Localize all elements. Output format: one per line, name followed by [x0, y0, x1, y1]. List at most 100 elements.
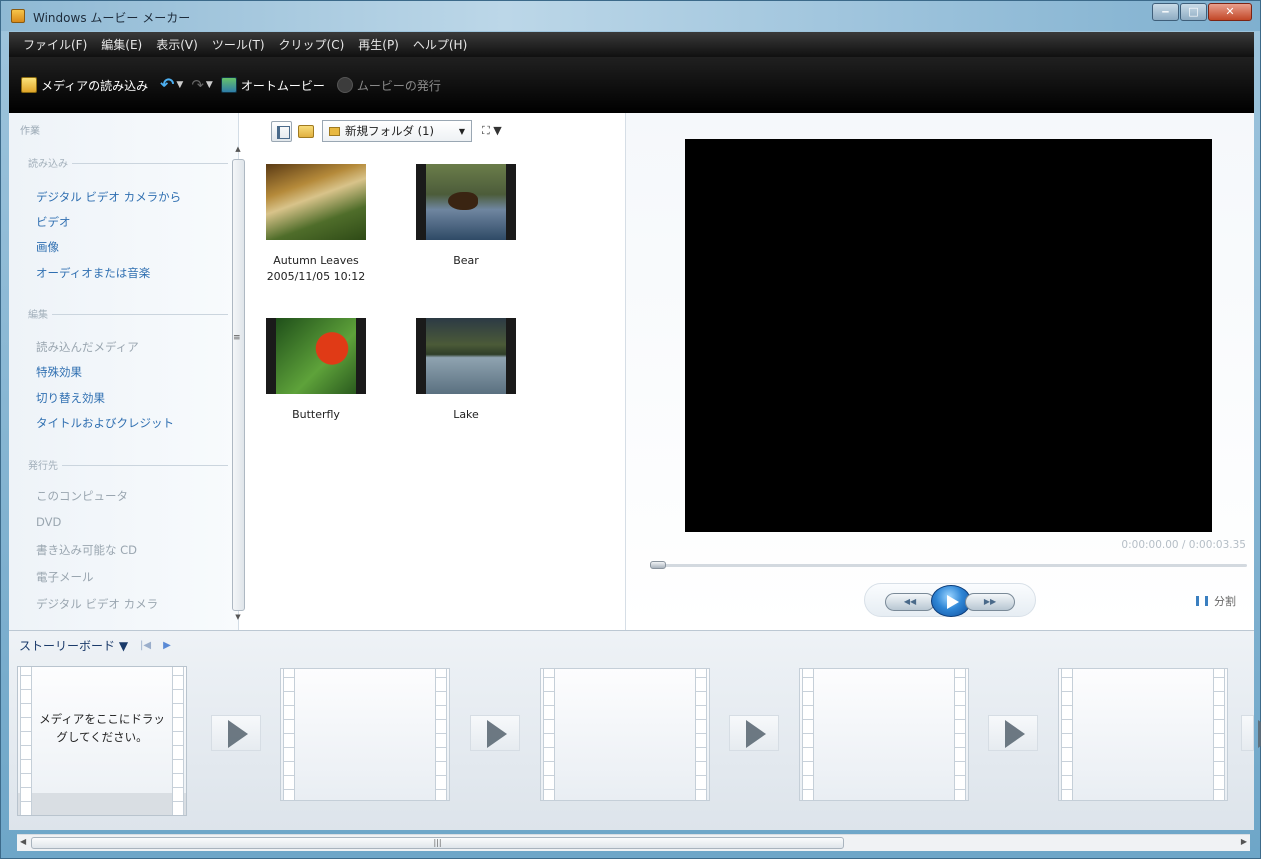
storyboard-slot-1[interactable]: メディアをここにドラッグしてください。: [17, 666, 187, 816]
storyboard-slot-5[interactable]: [1058, 668, 1228, 801]
clip-thumbnail: [266, 318, 366, 394]
task-to-camera[interactable]: デジタル ビデオ カメラ: [36, 596, 158, 612]
automovie-button[interactable]: オートムービー: [220, 77, 325, 94]
task-audio-music[interactable]: オーディオまたは音楽: [36, 265, 150, 281]
folder-icon: [329, 126, 340, 136]
task-this-computer[interactable]: このコンピュータ: [36, 488, 128, 504]
film-strip-edge: [20, 667, 32, 815]
scroll-down-icon[interactable]: ▼: [231, 613, 245, 621]
section-publish-heading: 発行先: [28, 457, 228, 472]
window-title: Windows ムービー メーカー: [33, 11, 191, 25]
storyboard-view-dropdown[interactable]: ストーリーボード ▼: [19, 637, 128, 654]
redo-icon[interactable]: ↷: [191, 76, 204, 94]
split-icon: [1196, 596, 1208, 606]
menu-clip[interactable]: クリップ(C): [279, 36, 345, 53]
task-email[interactable]: 電子メール: [36, 569, 94, 585]
transition-slot[interactable]: [211, 715, 261, 751]
tasks-pane-toggle-button[interactable]: [271, 120, 292, 142]
menu-bar: ファイル(F) 編集(E) 表示(V) ツール(T) クリップ(C) 再生(P)…: [9, 32, 1254, 57]
maximize-button[interactable]: □: [1180, 3, 1207, 21]
collection-folder-select[interactable]: 新規フォルダ (1) ▼: [322, 120, 472, 142]
task-titles-credits[interactable]: タイトルおよびクレジット: [36, 415, 174, 431]
storyboard-slot-2[interactable]: [280, 668, 450, 801]
clip-autumn-leaves[interactable]: Autumn Leaves 2005/11/05 10:12: [256, 164, 376, 285]
undo-icon[interactable]: ↶: [160, 75, 174, 95]
next-frame-button[interactable]: ▶▶: [965, 593, 1015, 611]
section-divider: [52, 314, 228, 315]
menu-help[interactable]: ヘルプ(H): [413, 36, 467, 53]
task-dvd[interactable]: DVD: [36, 515, 61, 529]
transition-slot[interactable]: [988, 715, 1038, 751]
scroll-left-icon[interactable]: ◀: [20, 837, 26, 846]
transition-slot[interactable]: [729, 715, 779, 751]
folder-up-icon[interactable]: [298, 124, 314, 138]
tasks-pane: 作業 読み込み デジタル ビデオ カメラから ビデオ 画像 オーディオまたは音楽…: [9, 113, 245, 630]
publish-movie-label: ムービーの発行: [356, 78, 441, 93]
menu-tools[interactable]: ツール(T): [212, 36, 265, 53]
film-strip-edge: [172, 667, 184, 815]
clip-name: Lake: [453, 408, 479, 421]
clip-name: Butterfly: [292, 408, 340, 421]
clip-thumbnail: [416, 164, 516, 240]
minimize-button[interactable]: ‒: [1152, 3, 1179, 21]
collection-toolbar: 新規フォルダ (1) ▼ ⛶ ▼: [271, 120, 502, 142]
drop-media-hint: メディアをここにドラッグしてください。: [39, 712, 165, 744]
storyboard-slot-4[interactable]: [799, 668, 969, 801]
storyboard-scroll-thumb[interactable]: |||: [31, 837, 844, 849]
task-pictures[interactable]: 画像: [36, 239, 59, 255]
collection-pane: 新規フォルダ (1) ▼ ⛶ ▼ Autumn Leaves 2005/11/0…: [249, 113, 625, 630]
film-strip-edge: [543, 669, 555, 800]
task-from-camera[interactable]: デジタル ビデオ カメラから: [36, 189, 181, 205]
clip-name: Bear: [453, 254, 479, 267]
menu-view[interactable]: 表示(V): [156, 36, 198, 53]
task-imported-media[interactable]: 読み込んだメディア: [36, 339, 139, 355]
storyboard-hscrollbar[interactable]: ◀ ||| ▶: [17, 834, 1250, 851]
publish-icon: [336, 77, 353, 93]
scroll-right-icon[interactable]: ▶: [1241, 837, 1247, 846]
seek-bar[interactable]: [650, 564, 1247, 567]
redo-dropdown-icon[interactable]: ▼: [206, 80, 213, 90]
previous-frame-button[interactable]: ◀◀: [885, 593, 935, 611]
clip-thumbnail: [416, 318, 516, 394]
task-transitions[interactable]: 切り替え効果: [36, 390, 105, 406]
playback-controls: ◀◀ ▶▶: [864, 583, 1036, 617]
menu-edit[interactable]: 編集(E): [101, 36, 142, 53]
tasks-scroll-thumb[interactable]: [232, 159, 245, 611]
view-options-icon[interactable]: ⛶ ▼: [482, 124, 502, 138]
publish-movie-button[interactable]: ムービーの発行: [336, 77, 441, 94]
scroll-up-icon[interactable]: ▲: [231, 145, 245, 153]
play-storyboard-icon[interactable]: ▶: [163, 640, 171, 651]
split-button[interactable]: 分割: [1196, 593, 1236, 609]
section-edit-label: 編集: [28, 310, 48, 321]
rewind-storyboard-icon[interactable]: |◀: [140, 640, 151, 651]
time-readout: 0:00:00.00 / 0:00:03.35: [1121, 539, 1246, 551]
storyboard-pane: ストーリーボード ▼ |◀ ▶ メディアをここにドラッグしてください。: [9, 630, 1261, 830]
automovie-label: オートムービー: [240, 78, 325, 93]
task-video[interactable]: ビデオ: [36, 214, 71, 230]
task-writable-cd[interactable]: 書き込み可能な CD: [36, 542, 137, 558]
section-import-heading: 読み込み: [28, 155, 228, 170]
clip-butterfly[interactable]: Butterfly: [256, 318, 376, 423]
transition-slot[interactable]: [1241, 715, 1261, 751]
tasks-scrollbar[interactable]: ▲ ▼: [231, 145, 245, 625]
clip-name: Autumn Leaves: [273, 254, 359, 267]
clip-lake[interactable]: Lake: [406, 318, 526, 423]
transition-slot[interactable]: [470, 715, 520, 751]
pane-resize-grip-icon[interactable]: ≡: [233, 333, 241, 343]
clip-bear[interactable]: Bear: [406, 164, 526, 269]
film-strip-edge: [954, 669, 966, 800]
undo-dropdown-icon[interactable]: ▼: [176, 80, 183, 90]
menu-file[interactable]: ファイル(F): [23, 36, 87, 53]
menu-play[interactable]: 再生(P): [358, 36, 399, 53]
task-effects[interactable]: 特殊効果: [36, 364, 82, 380]
seek-thumb[interactable]: [650, 561, 666, 569]
storyboard-slot-3[interactable]: [540, 668, 710, 801]
preview-pane: 0:00:00.00 / 0:00:03.35 ◀◀ ▶▶ 分割: [625, 113, 1254, 630]
section-publish-label: 発行先: [28, 461, 58, 472]
title-bar[interactable]: Windows ムービー メーカー ‒ □ ✕: [1, 1, 1260, 31]
section-import-label: 読み込み: [28, 159, 68, 170]
chevron-down-icon: ▼: [458, 126, 465, 136]
main-toolbar: メディアの読み込み ↶ ▼ ↷ ▼ オートムービー ムービーの発行: [9, 57, 1254, 113]
close-button[interactable]: ✕: [1208, 3, 1252, 21]
import-media-button[interactable]: メディアの読み込み: [21, 77, 148, 94]
